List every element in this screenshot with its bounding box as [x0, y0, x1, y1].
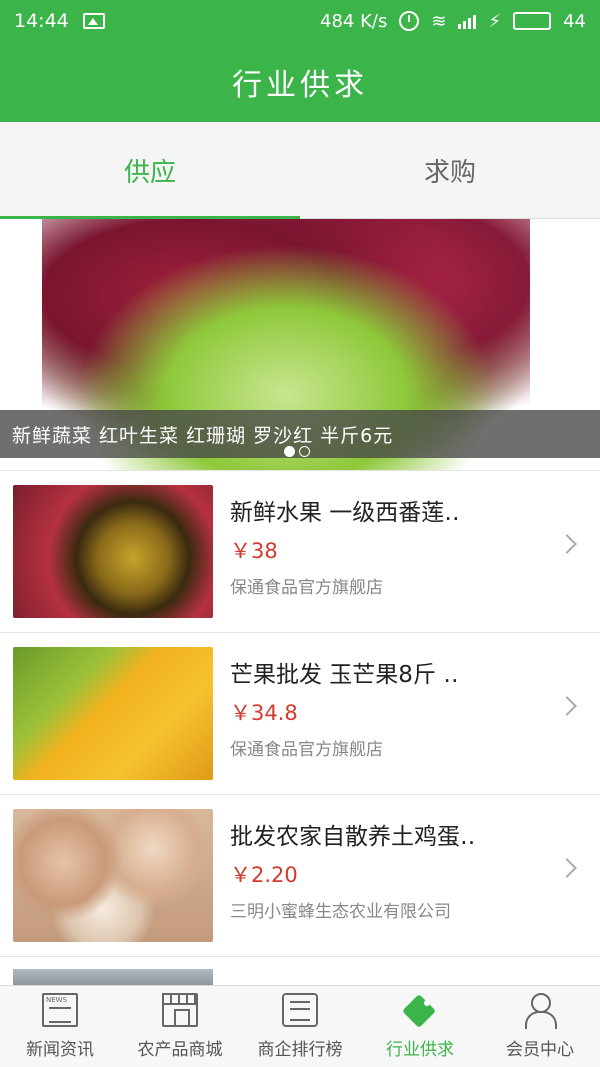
signal-icon [458, 13, 477, 29]
nav-member[interactable]: 会员中心 [480, 986, 600, 1067]
title-bar: 行业供求 [0, 42, 600, 122]
product-price: ￥38 [230, 539, 278, 563]
tab-bar: 供应 求购 [0, 122, 600, 219]
battery-icon [513, 12, 552, 30]
product-shop: 三明小蜜蜂生态农业有限公司 [230, 902, 451, 922]
product-shop: 保通食品官方旗舰店 [230, 740, 383, 760]
carousel-dot-active [284, 446, 295, 457]
news-icon [42, 993, 78, 1027]
chevron-right-icon [557, 696, 577, 716]
nav-label: 农产品商城 [137, 1040, 223, 1060]
tab-supply[interactable]: 供应 [0, 122, 300, 219]
battery-level: 44 [563, 10, 586, 32]
list-item[interactable]: 批发农家自散养土鸡蛋‥ ￥2.20 三明小蜜蜂生态农业有限公司 [0, 794, 600, 956]
product-title: 批发农家自散养土鸡蛋‥ [230, 824, 476, 850]
product-thumbnail[interactable] [13, 485, 213, 618]
nav-news[interactable]: 新闻资讯 [0, 986, 120, 1067]
image-notification-icon [82, 13, 105, 29]
tab-purchase[interactable]: 求购 [300, 122, 600, 218]
nav-supply-demand[interactable]: 行业供求 [360, 986, 480, 1067]
chevron-right-icon [557, 858, 577, 878]
carousel-indicator [284, 446, 310, 457]
bottom-nav: 新闻资讯 农产品商城 商企排行榜 行业供求 会员中心 [0, 985, 600, 1067]
banner-carousel[interactable]: 新鲜蔬菜 红叶生菜 红珊瑚 罗沙红 半斤6元 [0, 219, 600, 470]
list-item-partial[interactable] [0, 956, 600, 987]
nav-label: 会员中心 [506, 1040, 574, 1060]
nav-mall[interactable]: 农产品商城 [120, 986, 240, 1067]
product-title: 芒果批发 玉芒果8斤 ‥ [230, 662, 459, 688]
nav-label: 新闻资讯 [26, 1040, 94, 1060]
product-price: ￥2.20 [230, 863, 298, 887]
alarm-icon [399, 11, 420, 31]
nav-ranking[interactable]: 商企排行榜 [240, 986, 360, 1067]
rank-icon [282, 993, 318, 1027]
tag-icon [403, 993, 437, 1027]
network-speed: 484 K/s [320, 10, 388, 32]
product-title: 新鲜水果 一级西番莲‥ [230, 500, 460, 526]
nav-label: 行业供求 [386, 1040, 454, 1060]
list-item[interactable]: 芒果批发 玉芒果8斤 ‥ ￥34.8 保通食品官方旗舰店 [0, 632, 600, 794]
product-shop: 保通食品官方旗舰店 [230, 578, 383, 598]
page-title: 行业供求 [232, 68, 368, 103]
wifi-icon: ≋ [431, 10, 447, 32]
status-time: 14:44 [14, 10, 69, 32]
product-thumbnail[interactable] [13, 809, 213, 942]
carousel-dot [299, 446, 310, 457]
nav-label: 商企排行榜 [257, 1040, 343, 1060]
charging-icon: ⚡ [488, 10, 502, 32]
product-thumbnail[interactable] [13, 647, 213, 780]
shop-icon [162, 993, 198, 1027]
product-list: 新鲜水果 一级西番莲‥ ￥38 保通食品官方旗舰店 芒果批发 玉芒果8斤 ‥ ￥… [0, 470, 600, 987]
list-item[interactable]: 新鲜水果 一级西番莲‥ ￥38 保通食品官方旗舰店 [0, 470, 600, 632]
product-price: ￥34.8 [230, 701, 298, 725]
chevron-right-icon [557, 534, 577, 554]
status-bar: 14:44 484 K/s ≋ ⚡ 44 [0, 0, 600, 42]
user-icon [522, 993, 558, 1029]
